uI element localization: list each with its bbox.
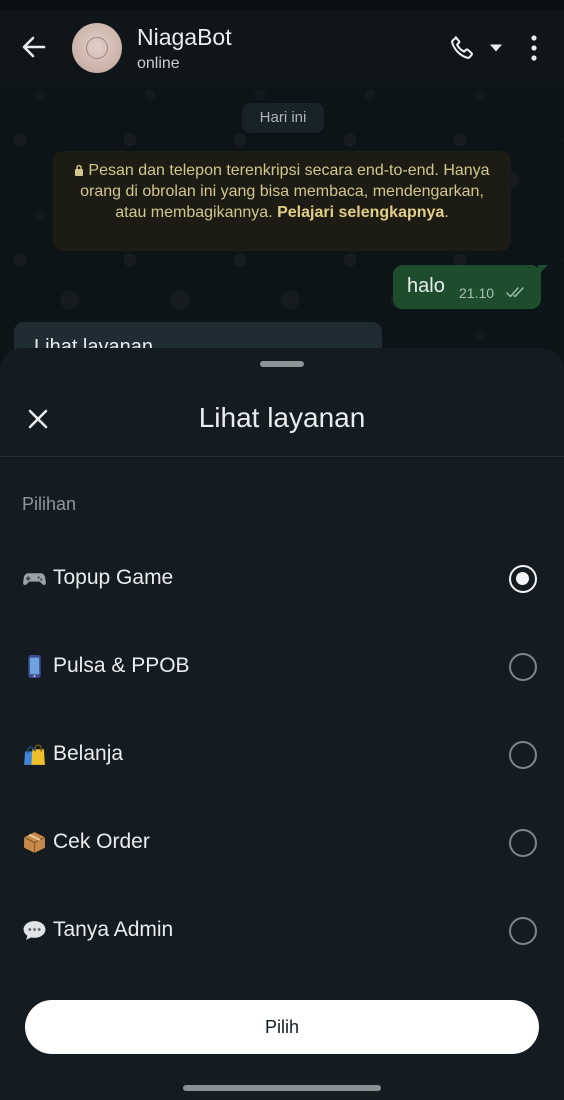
option-label: Topup Game (53, 566, 174, 589)
contact-status: online (137, 55, 180, 72)
radio-button[interactable] (509, 653, 537, 681)
encryption-notice[interactable]: Pesan dan telepon terenkripsi secara end… (53, 151, 511, 251)
learn-more-link[interactable]: Pelajari selengkapnya (277, 204, 444, 221)
home-indicator[interactable] (183, 1085, 381, 1091)
encryption-suffix: . (444, 204, 449, 221)
video-game-emoji (23, 573, 46, 586)
radio-button[interactable] (509, 565, 537, 593)
mobile-phone-emoji (28, 655, 41, 678)
avatar[interactable] (72, 23, 122, 73)
contact-name[interactable]: NiagaBot (137, 24, 232, 51)
option-label: Pulsa & PPOB (53, 654, 190, 677)
package-emoji (23, 832, 46, 853)
option-label: Cek Order (53, 830, 150, 853)
shopping-bags-emoji (24, 744, 45, 765)
option-belanja[interactable]: Belanja (0, 722, 564, 792)
message-text: halo (407, 275, 445, 297)
option-tanya-admin[interactable]: Tanya Admin (0, 898, 564, 968)
avatar-logo (86, 37, 108, 59)
outgoing-message[interactable]: halo 21.10 (393, 265, 548, 309)
radio-button[interactable] (509, 741, 537, 769)
option-topup-game[interactable]: Topup Game (0, 546, 564, 616)
option-cek-order[interactable]: Cek Order (0, 810, 564, 880)
chat-header: NiagaBot online (0, 10, 564, 86)
speech-balloon-emoji (23, 921, 46, 940)
chevron-down-icon[interactable] (489, 43, 503, 53)
drag-handle[interactable] (260, 361, 304, 367)
section-label: Pilihan (22, 494, 77, 514)
option-pulsa-ppob[interactable]: Pulsa & PPOB (0, 634, 564, 704)
divider (0, 456, 564, 457)
choose-button[interactable]: Pilih (25, 1000, 539, 1054)
message-time: 21.10 (459, 285, 495, 301)
option-label: Belanja (53, 742, 124, 765)
date-chip: Hari ini (242, 103, 324, 133)
sheet-title: Lihat layanan (198, 402, 366, 433)
more-vert-icon[interactable] (528, 34, 540, 62)
lock-icon (75, 164, 84, 176)
radio-button[interactable] (509, 829, 537, 857)
back-arrow-icon[interactable] (18, 32, 48, 62)
list-bottom-sheet: Lihat layanan Pilihan Topup Game Pulsa &… (0, 348, 564, 1100)
double-check-icon (506, 287, 524, 298)
radio-button[interactable] (509, 917, 537, 945)
status-bar (0, 0, 564, 10)
phone-icon[interactable] (448, 34, 476, 62)
option-label: Tanya Admin (53, 918, 174, 941)
